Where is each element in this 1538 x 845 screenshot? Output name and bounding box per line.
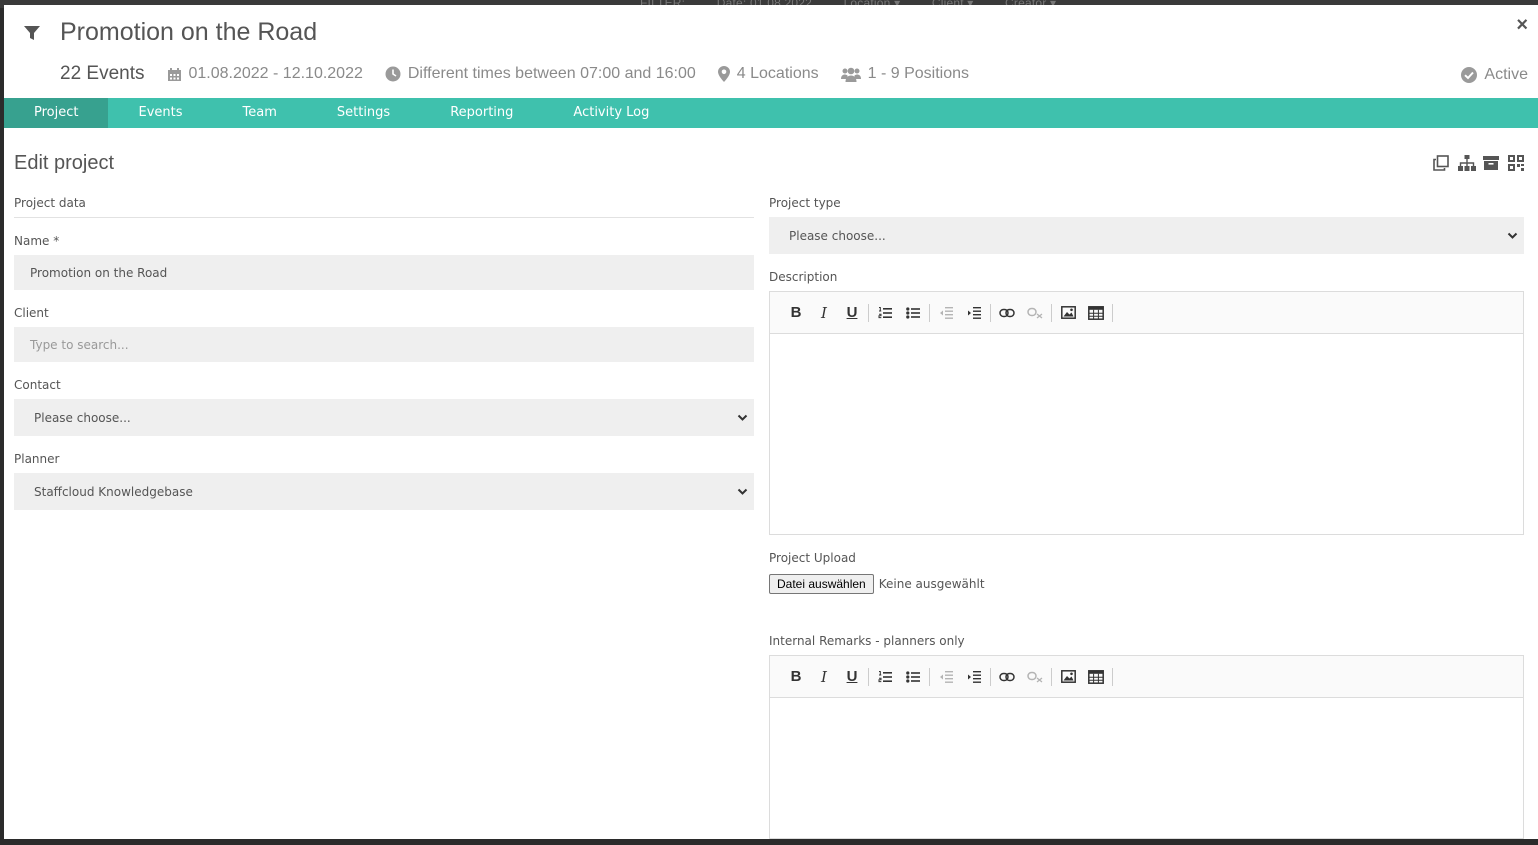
- outdent-icon[interactable]: [932, 301, 960, 325]
- unordered-list-icon[interactable]: [899, 301, 927, 325]
- unlink-icon[interactable]: [1021, 665, 1049, 689]
- ordered-list-icon[interactable]: [871, 665, 899, 689]
- clock-icon: [385, 66, 401, 82]
- tab-activity-log[interactable]: Activity Log: [543, 98, 679, 128]
- bold-button[interactable]: B: [782, 301, 810, 325]
- internal-remarks-label: Internal Remarks - planners only: [769, 634, 965, 648]
- project-modal: Promotion on the Road × 22 Events 01.08.…: [4, 5, 1538, 839]
- close-button[interactable]: ×: [1516, 15, 1528, 35]
- unordered-list-icon[interactable]: [899, 665, 927, 689]
- toolbar-separator: [868, 667, 869, 686]
- planner-select[interactable]: Staffcloud Knowledgebase: [14, 473, 754, 510]
- date-range-text: 01.08.2022 - 12.10.2022: [188, 65, 363, 82]
- project-data-column: Project data Name * Promotion on the Roa…: [14, 196, 754, 526]
- toolbar-separator: [868, 303, 869, 322]
- check-circle-icon: [1461, 67, 1478, 83]
- chevron-down-icon: [737, 488, 748, 495]
- project-title: Promotion on the Road: [60, 18, 318, 46]
- description-toolbar: B I U: [770, 292, 1523, 334]
- planner-select-value: Staffcloud Knowledgebase: [34, 484, 193, 499]
- events-count: 22 Events: [60, 63, 145, 84]
- calendar-icon: [167, 67, 181, 81]
- image-icon[interactable]: [1054, 301, 1082, 325]
- link-icon[interactable]: [993, 301, 1021, 325]
- toolbar-separator: [990, 303, 991, 322]
- planner-label: Planner: [14, 452, 60, 466]
- filter-icon[interactable]: [23, 24, 41, 42]
- toolbar-separator: [990, 667, 991, 686]
- times: Different times between 07:00 and 16:00: [385, 65, 696, 83]
- toolbar-separator: [929, 303, 930, 322]
- internal-remarks-editor: B I U: [769, 655, 1524, 839]
- unlink-icon[interactable]: [1021, 301, 1049, 325]
- modal-header: Promotion on the Road × 22 Events 01.08.…: [4, 5, 1538, 98]
- toolbar-separator: [1051, 667, 1052, 686]
- contact-select-value: Please choose...: [34, 410, 131, 425]
- toolbar-separator: [1112, 303, 1113, 322]
- times-text: Different times between 07:00 and 16:00: [407, 65, 696, 82]
- description-label: Description: [769, 270, 838, 284]
- bold-button[interactable]: B: [782, 665, 810, 689]
- internal-remarks-toolbar: B I U: [770, 656, 1523, 698]
- italic-button[interactable]: I: [810, 301, 838, 325]
- project-meta: 22 Events 01.08.2022 - 12.10.2022 Differ…: [60, 63, 991, 85]
- link-icon[interactable]: [993, 665, 1021, 689]
- positions: 1 - 9 Positions: [840, 65, 970, 83]
- project-type-select-value: Please choose...: [789, 228, 886, 243]
- tab-project[interactable]: Project: [4, 98, 109, 128]
- upload-label: Project Upload: [769, 551, 856, 565]
- status-text: Active: [1484, 66, 1528, 83]
- project-type-label: Project type: [769, 196, 841, 210]
- client-search-input[interactable]: Type to search...: [14, 327, 754, 362]
- client-label: Client: [14, 306, 49, 320]
- copy-icon[interactable]: [1433, 155, 1449, 171]
- page-title: Edit project: [14, 152, 115, 174]
- project-type-select[interactable]: Please choose...: [769, 217, 1524, 254]
- tab-settings[interactable]: Settings: [307, 98, 420, 128]
- action-icons: [1433, 155, 1524, 171]
- contact-label: Contact: [14, 378, 61, 392]
- chevron-down-icon: [1507, 232, 1518, 239]
- locations: 4 Locations: [717, 65, 819, 83]
- tab-bar: Project Events Team Settings Reporting A…: [4, 98, 1538, 128]
- outdent-icon[interactable]: [932, 665, 960, 689]
- toolbar-separator: [1051, 303, 1052, 322]
- underline-button[interactable]: U: [838, 665, 866, 689]
- tab-events[interactable]: Events: [108, 98, 212, 128]
- upload-row: Datei auswählen Keine ausgewählt: [769, 574, 1524, 594]
- tab-team[interactable]: Team: [213, 98, 307, 128]
- table-icon[interactable]: [1082, 301, 1110, 325]
- file-select-button[interactable]: Datei auswählen: [769, 574, 874, 594]
- locations-text: 4 Locations: [736, 65, 819, 82]
- internal-remarks-text-area[interactable]: [770, 698, 1523, 838]
- name-input[interactable]: Promotion on the Road: [14, 255, 754, 290]
- underline-button[interactable]: U: [838, 301, 866, 325]
- name-label: Name *: [14, 234, 60, 248]
- table-icon[interactable]: [1082, 665, 1110, 689]
- upload-status-text: Keine ausgewählt: [878, 577, 985, 591]
- date-range: 01.08.2022 - 12.10.2022: [167, 65, 363, 83]
- image-icon[interactable]: [1054, 665, 1082, 689]
- archive-icon[interactable]: [1483, 155, 1499, 171]
- tab-reporting[interactable]: Reporting: [420, 98, 543, 128]
- italic-button[interactable]: I: [810, 665, 838, 689]
- description-text-area[interactable]: [770, 334, 1523, 534]
- ordered-list-icon[interactable]: [871, 301, 899, 325]
- positions-text: 1 - 9 Positions: [867, 65, 970, 82]
- project-details-column: Project type Please choose... Descriptio…: [769, 196, 1524, 839]
- toolbar-separator: [929, 667, 930, 686]
- main-content: Edit project Project data Name * Promoti…: [4, 128, 1538, 839]
- indent-icon[interactable]: [960, 665, 988, 689]
- status-badge: Active: [1461, 66, 1528, 84]
- section-project-data: Project data: [14, 196, 754, 218]
- description-editor: B I U: [769, 291, 1524, 535]
- users-icon: [840, 67, 861, 82]
- sitemap-icon[interactable]: [1458, 155, 1476, 171]
- contact-select[interactable]: Please choose...: [14, 399, 754, 436]
- map-marker-icon: [717, 66, 730, 82]
- chevron-down-icon: [737, 414, 748, 421]
- toolbar-separator: [1112, 667, 1113, 686]
- indent-icon[interactable]: [960, 301, 988, 325]
- qrcode-icon[interactable]: [1508, 155, 1524, 171]
